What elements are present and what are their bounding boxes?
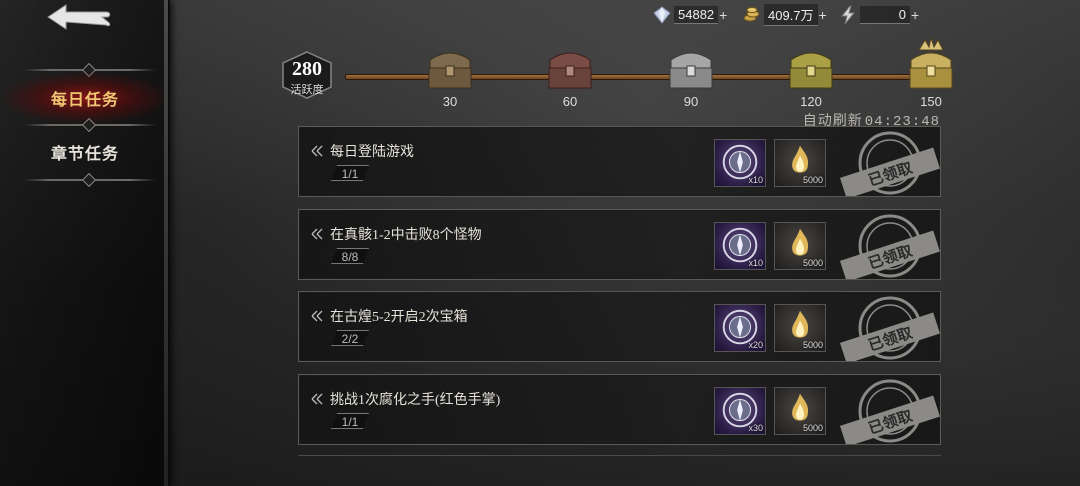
chevron-icon — [311, 393, 323, 405]
reward-item-purple[interactable]: x10 — [714, 222, 766, 270]
resource-crystal: 54882 + — [652, 4, 727, 26]
task-description: 挑战1次腐化之手(红色手掌) — [311, 389, 500, 409]
treasure-chest-icon — [909, 36, 953, 89]
reward-item-purple[interactable]: x20 — [714, 304, 766, 352]
task-desc-text: 在古煌5-2开启2次宝箱 — [330, 310, 468, 325]
resource-energy: 0 + — [838, 4, 919, 26]
crystal-add-button[interactable]: + — [719, 7, 727, 23]
task-progress: 1/1 — [331, 165, 369, 181]
chest-90[interactable] — [665, 46, 717, 92]
task-row: 挑战1次腐化之手(红色手掌) 1/1 x30 5000 已领取 — [298, 374, 941, 445]
gold-add-button[interactable]: + — [819, 7, 827, 23]
task-list: 每日登陆游戏 1/1 x10 5000 已领取 在真骸1-2中击败8个怪物 8/… — [298, 124, 941, 456]
reward-amount: 5000 — [802, 340, 823, 350]
crystal-value: 54882 — [674, 6, 719, 24]
crystal-icon — [653, 6, 671, 24]
treasure-chest-icon — [548, 52, 592, 89]
chevron-icon — [311, 310, 323, 322]
activity-score-badge: 280 活跃度 — [281, 51, 333, 99]
reward-item-purple[interactable]: x10 — [714, 139, 766, 187]
chest-30-label: 30 — [442, 94, 458, 109]
claimed-stamp: 已领取 — [839, 296, 940, 361]
chest-60[interactable] — [544, 46, 596, 92]
reward-item-purple[interactable]: x30 — [714, 387, 766, 435]
reward-item-flame[interactable]: 5000 — [774, 139, 826, 187]
treasure-chest-icon — [428, 52, 472, 89]
claimed-stamp: 已领取 — [839, 131, 940, 196]
tab-chapter-tasks-label: 章节任务 — [50, 146, 119, 163]
chevron-icon — [311, 145, 323, 157]
reward-amount: 5000 — [802, 175, 823, 185]
task-desc-text: 挑战1次腐化之手(红色手掌) — [330, 393, 501, 408]
claimed-stamp: 已领取 — [839, 379, 940, 444]
gold-value: 409.7万 — [764, 4, 818, 26]
back-arrow-icon — [47, 4, 111, 30]
task-description: 每日登陆游戏 — [311, 141, 414, 161]
task-desc-text: 每日登陆游戏 — [330, 145, 414, 160]
resource-gold: 409.7万 + — [742, 4, 827, 26]
energy-value: 0 — [860, 6, 910, 24]
task-row: 在古煌5-2开启2次宝箱 2/2 x20 5000 已领取 — [298, 291, 941, 362]
chest-60-label: 60 — [562, 94, 578, 109]
chest-120-label: 120 — [800, 94, 822, 109]
chest-150-label: 150 — [920, 94, 942, 109]
reward-amount: x10 — [748, 175, 763, 185]
chevron-icon — [311, 228, 323, 240]
tab-daily-tasks[interactable]: 每日任务 — [0, 72, 170, 124]
task-row: 在真骸1-2中击败8个怪物 8/8 x10 5000 已领取 — [298, 209, 941, 280]
back-button[interactable] — [44, 2, 114, 32]
task-progress: 8/8 — [331, 248, 369, 264]
treasure-chest-icon — [789, 52, 833, 89]
task-desc-text: 在真骸1-2中击败8个怪物 — [330, 228, 482, 243]
reward-amount: 5000 — [802, 258, 823, 268]
energy-add-button[interactable]: + — [911, 7, 919, 23]
task-progress: 1/1 — [331, 413, 369, 429]
gold-coin-icon — [743, 7, 760, 22]
activity-label: 活跃度 — [290, 84, 324, 96]
sidebar-divider — [24, 172, 156, 188]
reward-amount: x20 — [748, 340, 763, 350]
task-description: 在古煌5-2开启2次宝箱 — [311, 306, 468, 326]
task-progress: 2/2 — [331, 330, 369, 346]
tab-chapter-tasks[interactable]: 章节任务 — [0, 126, 170, 178]
reward-amount: 5000 — [802, 423, 823, 433]
task-row: 每日登陆游戏 1/1 x10 5000 已领取 — [298, 126, 941, 197]
reward-item-flame[interactable]: 5000 — [774, 304, 826, 352]
reward-amount: x10 — [748, 258, 763, 268]
reward-item-flame[interactable]: 5000 — [774, 222, 826, 270]
energy-icon — [840, 5, 856, 25]
claimed-stamp: 已领取 — [839, 214, 940, 279]
reward-item-flame[interactable]: 5000 — [774, 387, 826, 435]
chest-30[interactable] — [424, 46, 476, 92]
chest-90-label: 90 — [683, 94, 699, 109]
reward-amount: x30 — [748, 423, 763, 433]
activity-score: 280 — [292, 58, 322, 80]
chest-120[interactable] — [785, 46, 837, 92]
chest-150[interactable] — [905, 36, 957, 92]
sidebar: 每日任务 章节任务 — [0, 0, 170, 486]
treasure-chest-icon — [669, 52, 713, 89]
tab-daily-tasks-label: 每日任务 — [50, 92, 119, 109]
task-description: 在真骸1-2中击败8个怪物 — [311, 224, 482, 244]
sidebar-divider — [24, 62, 156, 78]
